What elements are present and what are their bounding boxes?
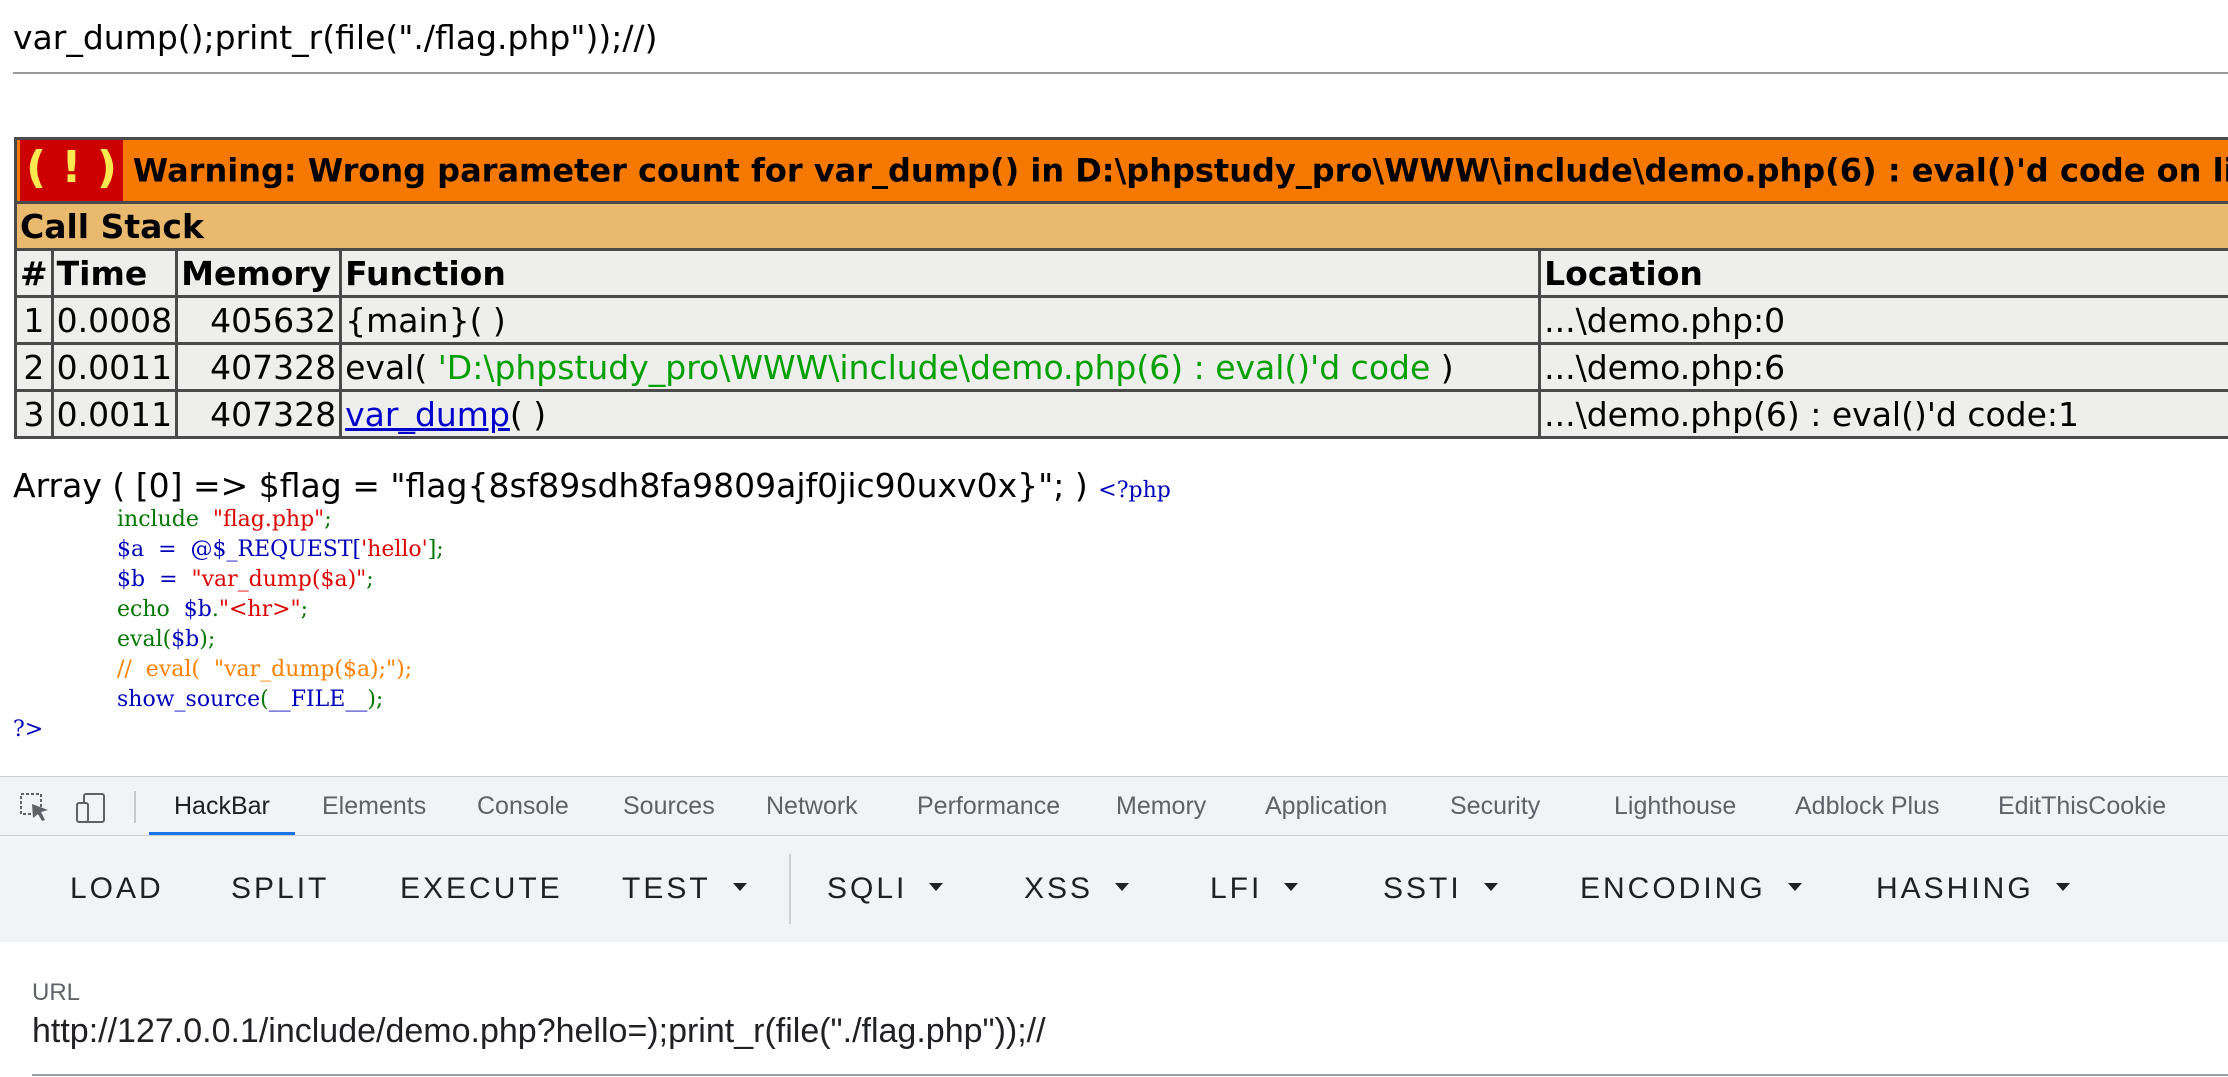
encoding-dropdown-button[interactable]: ENCODING	[1580, 836, 1802, 942]
table-row: 1 0.0008 405632 {main}( ) ...\demo.php:0	[14, 295, 2228, 345]
row-time: 0.0011	[50, 389, 179, 439]
tab-adblock-plus[interactable]: Adblock Plus	[1795, 777, 1940, 835]
col-num: #	[14, 248, 54, 298]
toolbar-divider	[789, 854, 791, 924]
row-num: 1	[14, 295, 54, 345]
inspect-element-icon[interactable]	[18, 791, 52, 825]
hackbar-toolbar: LOAD SPLIT EXECUTE TEST SQLI XSS LFI SST…	[0, 836, 2228, 942]
tab-memory[interactable]: Memory	[1116, 777, 1206, 835]
tab-editthiscookie[interactable]: EditThisCookie	[1998, 777, 2166, 835]
test-dropdown-button[interactable]: TEST	[622, 836, 747, 942]
col-location: Location	[1538, 248, 2228, 298]
hashing-dropdown-button[interactable]: HASHING	[1876, 836, 2070, 942]
devtools-panel: HackBar Elements Console Sources Network…	[0, 776, 2228, 1077]
table-row: 3 0.0011 407328 var_dump( ) ...\demo.php…	[14, 389, 2228, 439]
table-header-row: # Time Memory Function Location	[14, 248, 2228, 298]
tab-console[interactable]: Console	[477, 777, 569, 835]
xdebug-warning-table: ( ! ) Warning: Wrong parameter count for …	[13, 137, 2228, 439]
source-line: $b = "var_dump($a)";	[117, 567, 374, 592]
warning-message: Warning: Wrong parameter count for var_d…	[132, 151, 2228, 190]
tab-application[interactable]: Application	[1265, 777, 1387, 835]
call-stack-title: Call Stack	[13, 201, 2228, 251]
row-time: 0.0011	[50, 342, 179, 392]
row-location: ...\demo.php:6	[1538, 342, 2228, 392]
caret-down-icon	[929, 883, 944, 892]
horizontal-rule	[13, 72, 2228, 74]
row-memory: 407328	[175, 342, 343, 392]
row-function: {main}( )	[339, 295, 1542, 345]
source-line: echo $b."<hr>";	[117, 597, 309, 622]
lfi-dropdown-button[interactable]: LFI	[1210, 836, 1299, 942]
php-close-tag: ?>	[13, 717, 44, 742]
page-content: var_dump();print_r(file("./flag.php"));/…	[0, 0, 2228, 776]
row-time: 0.0008	[50, 295, 179, 345]
caret-down-icon	[1284, 883, 1299, 892]
url-field-label: URL	[32, 979, 81, 1006]
caret-down-icon	[1115, 883, 1130, 892]
source-line: include "flag.php";	[117, 507, 332, 532]
table-row: 2 0.0011 407328 eval( 'D:\phpstudy_pro\W…	[14, 342, 2228, 392]
tab-lighthouse[interactable]: Lighthouse	[1614, 777, 1736, 835]
caret-down-icon	[732, 883, 747, 892]
row-function: var_dump( )	[339, 389, 1542, 439]
tab-performance[interactable]: Performance	[917, 777, 1060, 835]
row-location: ...\demo.php:0	[1538, 295, 2228, 345]
row-num: 2	[14, 342, 54, 392]
tab-hackbar[interactable]: HackBar	[174, 777, 270, 835]
var-dump-doc-link[interactable]: var_dump	[345, 395, 510, 434]
row-memory: 407328	[175, 389, 343, 439]
source-line: // eval( "var_dump($a);");	[117, 657, 413, 682]
caret-down-icon	[2055, 883, 2070, 892]
device-toolbar-icon[interactable]	[74, 791, 108, 825]
row-location: ...\demo.php(6) : eval()'d code:1	[1538, 389, 2228, 439]
caret-down-icon	[1787, 883, 1802, 892]
url-input[interactable]: http://127.0.0.1/include/demo.php?hello=…	[32, 1012, 1046, 1051]
tab-sources[interactable]: Sources	[623, 777, 715, 835]
xss-dropdown-button[interactable]: XSS	[1024, 836, 1130, 942]
source-line: show_source(__FILE__);	[117, 687, 384, 712]
col-memory: Memory	[175, 248, 343, 298]
tab-network[interactable]: Network	[766, 777, 858, 835]
warning-header: ( ! ) Warning: Wrong parameter count for …	[13, 137, 2228, 204]
tabbar-divider	[134, 791, 136, 823]
caret-down-icon	[1483, 883, 1498, 892]
echo-output: var_dump();print_r(file("./flag.php"));/…	[13, 18, 658, 57]
split-button[interactable]: SPLIT	[231, 836, 329, 942]
eval-argument: 'D:\phpstudy_pro\WWW\include\demo.php(6)…	[437, 347, 1431, 387]
row-memory: 405632	[175, 295, 343, 345]
php-open-tag: <?php	[1098, 478, 1171, 503]
tab-security[interactable]: Security	[1450, 777, 1540, 835]
ssti-dropdown-button[interactable]: SSTI	[1383, 836, 1498, 942]
execute-button[interactable]: EXECUTE	[400, 836, 563, 942]
active-tab-indicator	[149, 832, 295, 835]
sqli-dropdown-button[interactable]: SQLI	[827, 836, 944, 942]
url-input-underline	[32, 1074, 2228, 1076]
col-time: Time	[50, 248, 179, 298]
col-function: Function	[339, 248, 1542, 298]
highlighted-source: include "flag.php"; $a = @$_REQUEST['hel…	[13, 505, 444, 745]
source-line: eval($b);	[117, 627, 216, 652]
warning-badge-icon: ( ! )	[20, 140, 123, 201]
row-num: 3	[14, 389, 54, 439]
row-function: eval( 'D:\phpstudy_pro\WWW\include\demo.…	[339, 342, 1542, 392]
source-line: $a = @$_REQUEST['hello'];	[117, 537, 444, 562]
load-button[interactable]: LOAD	[70, 836, 164, 942]
devtools-tabbar: HackBar Elements Console Sources Network…	[0, 776, 2228, 836]
tab-elements[interactable]: Elements	[322, 777, 426, 835]
